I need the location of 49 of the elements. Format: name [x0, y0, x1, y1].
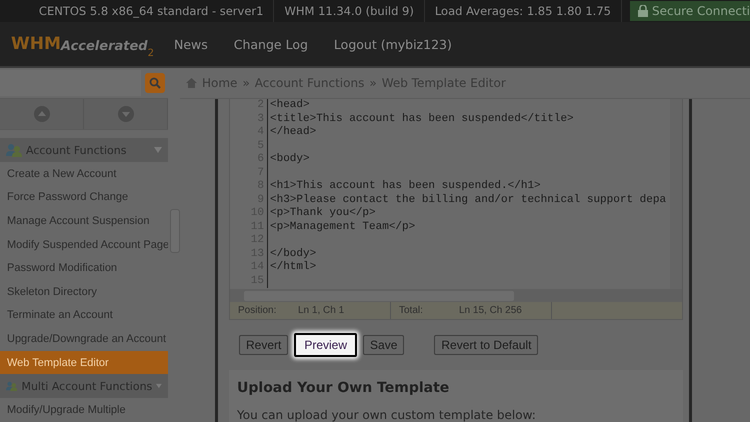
secure-connection-text: Secure Connecti: [652, 4, 750, 18]
horizontal-scrollbar[interactable]: [230, 289, 682, 302]
code-line: <body>: [269, 153, 310, 166]
lock-icon: [638, 5, 648, 17]
home-icon: [186, 78, 197, 88]
users-icon: [6, 143, 22, 157]
search-button[interactable]: [145, 73, 165, 93]
sidebar-item[interactable]: Terminate an Account: [0, 304, 168, 328]
sidebar-item[interactable]: Manage Account Suspension: [0, 209, 168, 233]
code-line: </body>: [269, 248, 316, 261]
status-value: Ln 1, Ch 1: [298, 305, 344, 316]
sidebar-item[interactable]: Web Template Editor: [0, 350, 168, 374]
scroll-down-button[interactable]: [84, 99, 168, 129]
section-heading: Upload Your Own Template: [237, 380, 450, 396]
action-button[interactable]: Preview: [294, 333, 358, 357]
caret-icon[interactable]: [154, 147, 162, 153]
action-button[interactable]: Revert to Default: [434, 335, 538, 355]
caret-icon[interactable]: [156, 383, 162, 390]
scrollbar-thumb[interactable]: [244, 290, 514, 300]
sidebar-item[interactable]: Force Password Change: [0, 186, 168, 210]
sidebar-item[interactable]: Create a New Account: [0, 162, 168, 186]
breadcrumb-separator: »: [242, 76, 250, 90]
status-label: Position:: [238, 305, 278, 316]
status-value: Ln 15, Ch 256: [459, 305, 522, 316]
sidebar-item[interactable]: Modify Suspended Account Page: [0, 232, 168, 256]
code-line: <head>: [269, 99, 310, 112]
code-line: <title>This account has been suspended</title>: [269, 112, 574, 126]
nav-link[interactable]: News: [174, 36, 208, 52]
code-line: <p>Management Team</p>: [269, 220, 416, 234]
sidebar-item[interactable]: Password Modification: [0, 256, 168, 280]
search-icon: [149, 77, 161, 89]
scroll-up-button[interactable]: [0, 99, 84, 129]
status-label: Total:: [399, 305, 424, 316]
sidebar-item[interactable]: Modify/Upgrade Multiple: [0, 398, 168, 422]
code-line: <p>Thank you</p>: [269, 207, 376, 220]
sidebar-item[interactable]: Skeleton Directory: [0, 280, 168, 304]
nav-link[interactable]: Logout (mybiz123): [334, 36, 452, 52]
sidebar-item[interactable]: Upgrade/Downgrade an Account: [0, 327, 168, 351]
code-line: <h3>Please contact the billing and/or technical support depa: [269, 194, 666, 207]
action-button[interactable]: Revert: [239, 335, 288, 355]
users-icon: [6, 379, 18, 394]
code-line: </head>: [269, 126, 316, 140]
code-line: </html>: [269, 261, 316, 274]
code-line: <h1>This account has been suspended.</h1>: [269, 180, 541, 194]
code-editor[interactable]: [229, 99, 683, 320]
nav-link[interactable]: Change Log: [234, 36, 308, 52]
breadcrumb-separator: »: [369, 76, 377, 90]
action-button[interactable]: Save: [363, 335, 404, 355]
upload-description: You can upload your own custom template below:: [237, 408, 537, 422]
